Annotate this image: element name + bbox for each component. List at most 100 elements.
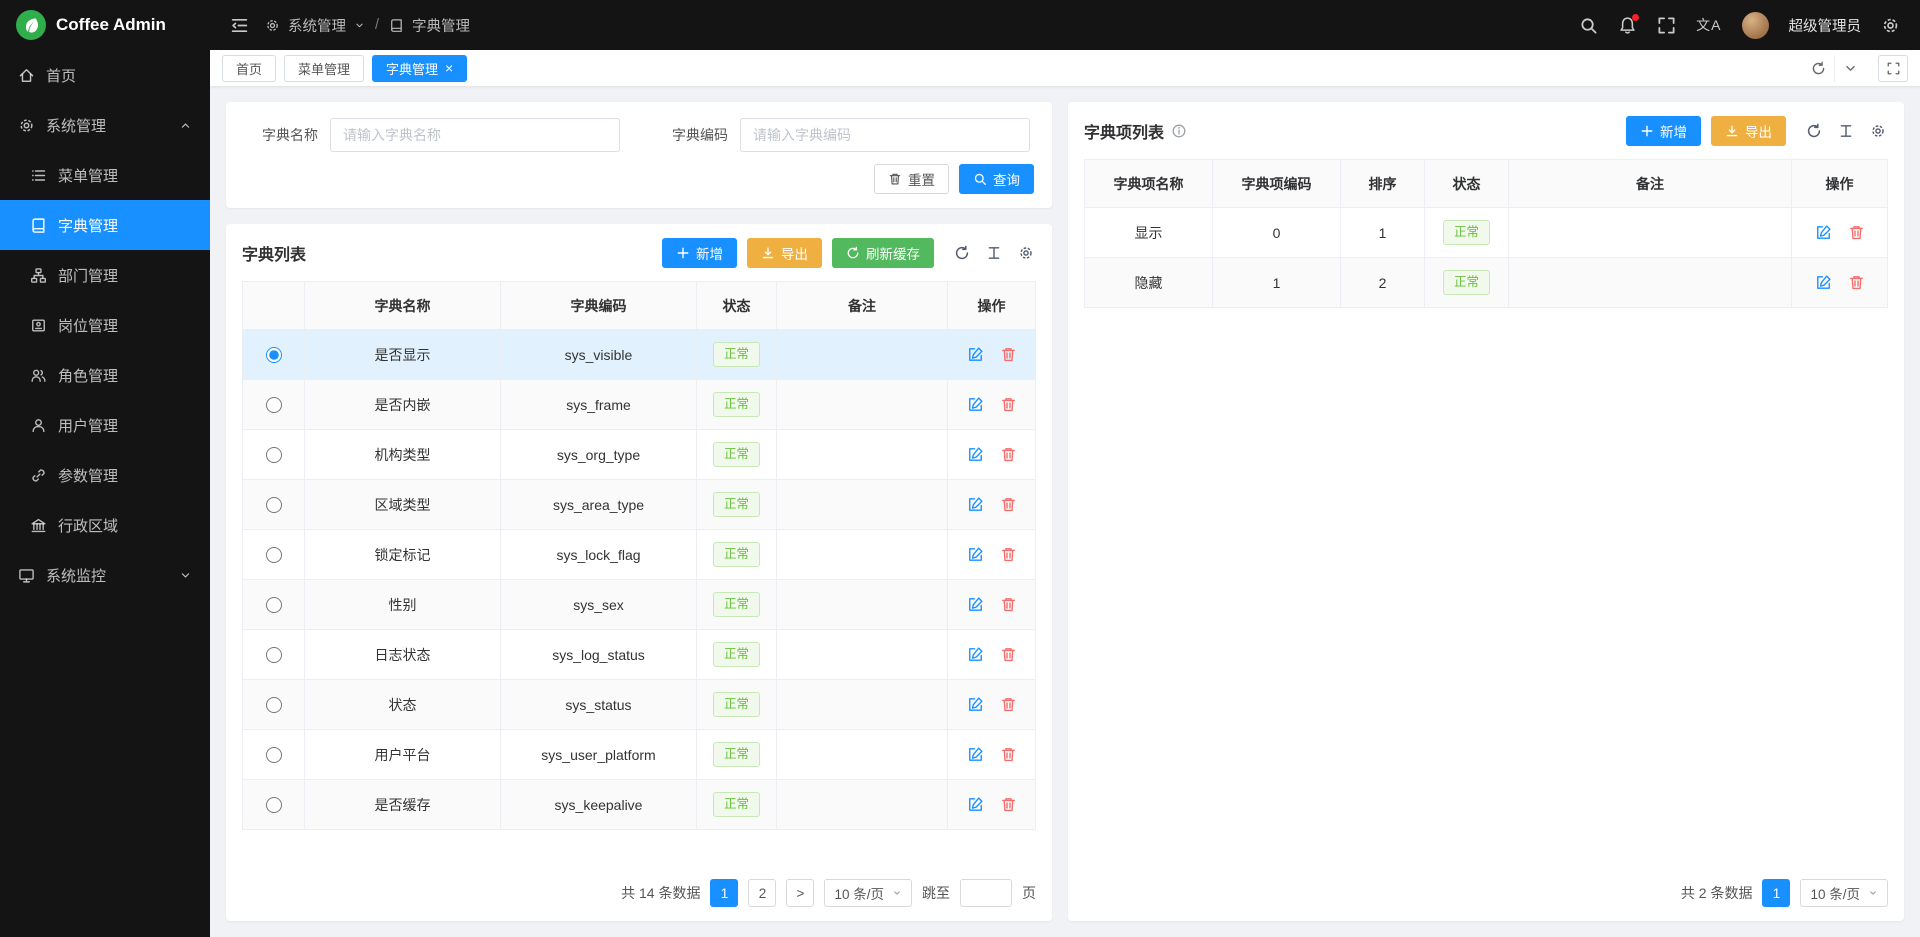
row-radio[interactable] [266,497,282,513]
table-density-icon[interactable] [984,243,1004,263]
dict-table-row[interactable]: 区域类型 sys_area_type 正常 [243,480,1036,530]
row-radio[interactable] [266,397,282,413]
delete-icon[interactable] [1000,696,1017,713]
dict-table-row[interactable]: 是否显示 sys_visible 正常 [243,330,1036,380]
dict-table-row[interactable]: 日志状态 sys_log_status 正常 [243,630,1036,680]
sidebar-item-dept-mgmt[interactable]: 部门管理 [0,250,210,300]
sidebar-item-menu-mgmt[interactable]: 菜单管理 [0,150,210,200]
sidebar-item-region-mgmt[interactable]: 行政区域 [0,500,210,550]
close-icon[interactable]: × [445,61,453,75]
jump-page-input[interactable] [960,879,1012,907]
row-radio[interactable] [266,547,282,563]
breadcrumb-group[interactable]: 系统管理 [288,15,346,36]
delete-icon[interactable] [1000,396,1017,413]
sidebar-group-system[interactable]: 系统管理 [0,100,210,150]
tab-home[interactable]: 首页 [222,55,276,82]
notification-dot [1632,14,1639,21]
dict-table-row[interactable]: 性别 sys_sex 正常 [243,580,1036,630]
edit-icon[interactable] [967,796,984,813]
avatar[interactable] [1742,12,1769,39]
dict-name-input[interactable] [330,118,620,152]
page-size-select[interactable]: 10 条/页 [1800,879,1888,907]
row-radio[interactable] [266,797,282,813]
delete-icon[interactable] [1000,646,1017,663]
dict-table-row[interactable]: 锁定标记 sys_lock_flag 正常 [243,530,1036,580]
bell-icon[interactable] [1618,16,1637,35]
delete-icon[interactable] [1000,596,1017,613]
delete-icon[interactable] [1000,346,1017,363]
sidebar-item-param-mgmt[interactable]: 参数管理 [0,450,210,500]
refresh-icon[interactable] [1804,121,1824,141]
chevron-down-icon[interactable] [1834,55,1866,82]
translate-icon[interactable]: 文A [1696,15,1721,35]
page-1-button[interactable]: 1 [710,879,738,907]
next-page-button[interactable]: > [786,879,814,907]
edit-icon[interactable] [1815,224,1832,241]
tab-dict-mgmt[interactable]: 字典管理× [372,55,467,82]
query-button[interactable]: 查询 [959,164,1034,194]
export-dict-button[interactable]: 导出 [747,238,822,268]
edit-icon[interactable] [967,596,984,613]
delete-icon[interactable] [1000,446,1017,463]
add-dict-item-button[interactable]: 新增 [1626,116,1701,146]
edit-icon[interactable] [967,446,984,463]
export-dict-item-button[interactable]: 导出 [1711,116,1786,146]
sidebar-item-dict-mgmt[interactable]: 字典管理 [0,200,210,250]
search-icon[interactable] [1579,16,1598,35]
tab-menu-mgmt[interactable]: 菜单管理 [284,55,364,82]
refresh-icon[interactable] [952,243,972,263]
edit-icon[interactable] [967,646,984,663]
add-dict-button[interactable]: 新增 [662,238,737,268]
delete-icon[interactable] [1000,496,1017,513]
page-size-select[interactable]: 10 条/页 [824,879,912,907]
edit-icon[interactable] [967,346,984,363]
dict-item-row[interactable]: 显示 0 1 正常 [1085,208,1888,258]
menu-fold-icon[interactable] [230,16,249,35]
breadcrumb-current[interactable]: 字典管理 [412,15,470,36]
row-radio[interactable] [266,347,282,363]
column-settings-gear-icon[interactable] [1016,243,1036,263]
edit-icon[interactable] [967,396,984,413]
sidebar-item-post-mgmt[interactable]: 岗位管理 [0,300,210,350]
fullscreen-icon[interactable] [1657,16,1676,35]
row-radio[interactable] [266,447,282,463]
column-settings-gear-icon[interactable] [1868,121,1888,141]
dict-table-row[interactable]: 状态 sys_status 正常 [243,680,1036,730]
edit-icon[interactable] [967,546,984,563]
delete-icon[interactable] [1848,224,1865,241]
sidebar-group-monitor[interactable]: 系统监控 [0,550,210,600]
sidebar-item-home[interactable]: 首页 [0,50,210,100]
table-density-icon[interactable] [1836,121,1856,141]
delete-icon[interactable] [1848,274,1865,291]
dict-table-row[interactable]: 是否内嵌 sys_frame 正常 [243,380,1036,430]
row-radio[interactable] [266,597,282,613]
page-1-button[interactable]: 1 [1762,879,1790,907]
refresh-cache-button[interactable]: 刷新缓存 [832,238,934,268]
delete-icon[interactable] [1000,796,1017,813]
delete-icon[interactable] [1000,546,1017,563]
dict-item-row[interactable]: 隐藏 1 2 正常 [1085,258,1888,308]
delete-icon[interactable] [1000,746,1017,763]
edit-icon[interactable] [1815,274,1832,291]
row-radio[interactable] [266,747,282,763]
app-logo[interactable]: Coffee Admin [0,0,210,50]
content-fullscreen-icon[interactable] [1878,55,1908,82]
settings-gear-icon[interactable] [1881,16,1900,35]
refresh-icon[interactable] [1802,55,1834,82]
dict-table-row[interactable]: 是否缓存 sys_keepalive 正常 [243,780,1036,830]
sidebar-item-role-mgmt[interactable]: 角色管理 [0,350,210,400]
sidebar-item-user-mgmt[interactable]: 用户管理 [0,400,210,450]
status-badge: 正常 [713,392,760,418]
row-radio[interactable] [266,647,282,663]
edit-icon[interactable] [967,696,984,713]
reset-button[interactable]: 重置 [874,164,949,194]
username[interactable]: 超级管理员 [1789,15,1862,36]
dict-table-row[interactable]: 用户平台 sys_user_platform 正常 [243,730,1036,780]
edit-icon[interactable] [967,496,984,513]
page-2-button[interactable]: 2 [748,879,776,907]
edit-icon[interactable] [967,746,984,763]
dict-code-input[interactable] [740,118,1030,152]
info-icon[interactable] [1171,123,1187,139]
dict-table-row[interactable]: 机构类型 sys_org_type 正常 [243,430,1036,480]
row-radio[interactable] [266,697,282,713]
